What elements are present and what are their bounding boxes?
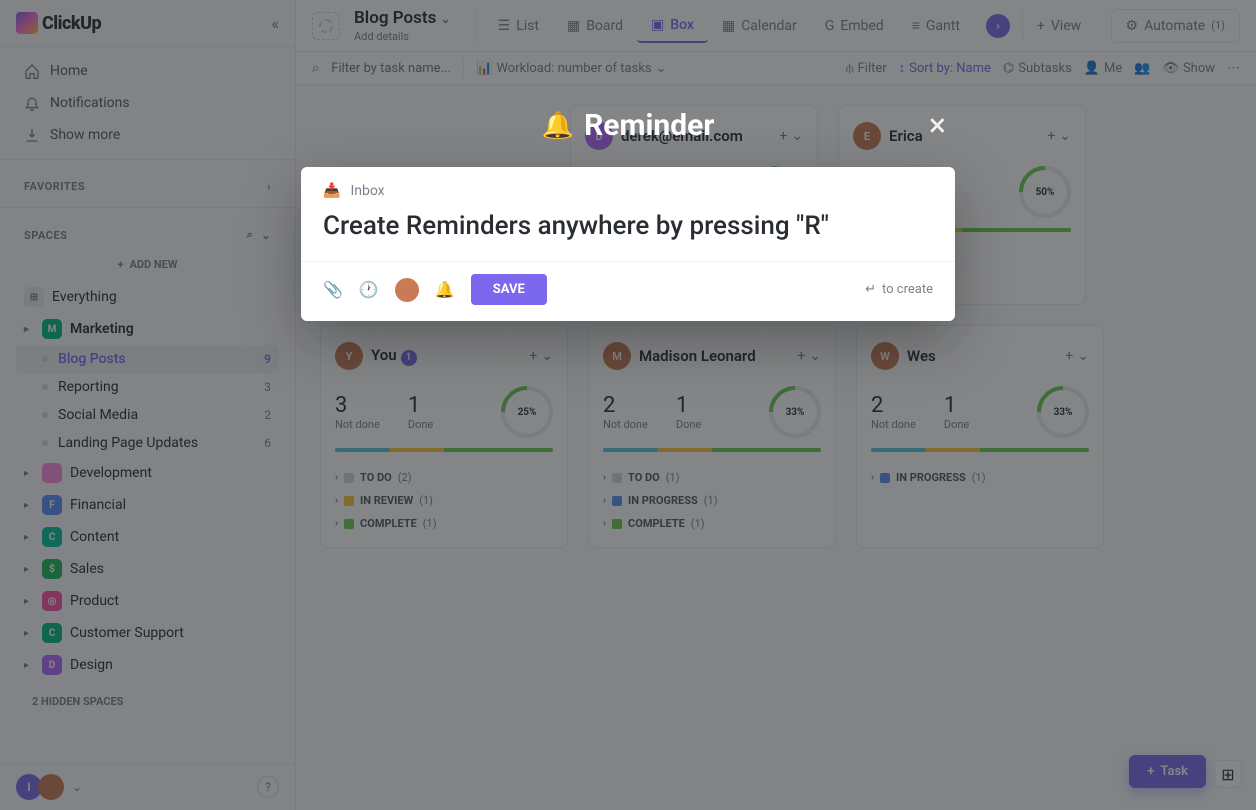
reminder-modal: 📥Inbox Create Reminders anywhere by pres… xyxy=(301,167,955,321)
modal-overlay[interactable]: × 🔔Reminder 📥Inbox Create Reminders anyw… xyxy=(0,0,1256,810)
save-button[interactable]: SAVE xyxy=(471,274,547,305)
clock-icon[interactable]: 🕐 xyxy=(359,280,379,299)
modal-inbox-row[interactable]: 📥Inbox xyxy=(301,167,955,199)
close-modal-button[interactable]: × xyxy=(929,106,946,144)
bell-emoji-icon: 🔔 xyxy=(542,111,574,141)
assignee-avatar[interactable] xyxy=(395,278,419,302)
return-icon: ↵ xyxy=(865,282,876,297)
attachment-icon[interactable]: 📎 xyxy=(323,280,343,299)
inbox-icon: 📥 xyxy=(323,183,340,199)
reminder-input[interactable]: Create Reminders anywhere by pressing "R… xyxy=(301,199,955,261)
create-hint: ↵to create xyxy=(865,282,933,297)
modal-title: 🔔Reminder xyxy=(542,108,715,143)
modal-footer: 📎 🕐 🔔 SAVE ↵to create xyxy=(301,261,955,321)
notify-icon[interactable]: 🔔 xyxy=(435,280,455,299)
